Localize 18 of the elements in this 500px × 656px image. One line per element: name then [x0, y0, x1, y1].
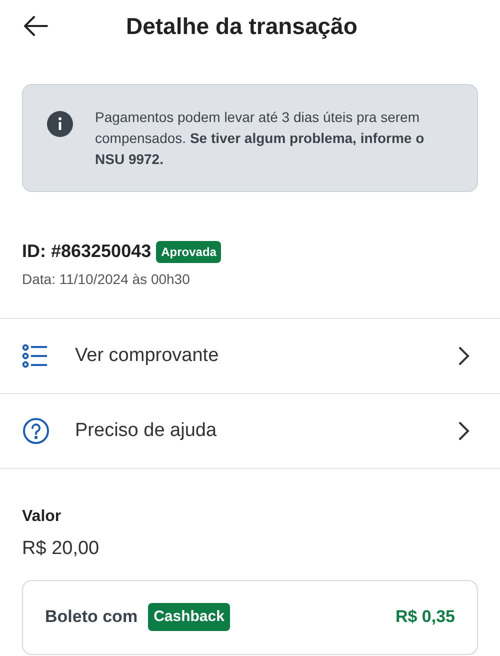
help-icon [22, 417, 50, 445]
info-icon [47, 111, 73, 137]
back-arrow-icon [24, 16, 48, 36]
transaction-date: Data: 11/10/2024 às 00h30 [21, 270, 191, 289]
chevron-right-icon [458, 422, 470, 440]
amount-label: Valor [21, 507, 62, 527]
cashback-label: Boleto com [45, 606, 138, 628]
cashback-value: R$ 0,35 [395, 606, 455, 628]
notice-text: Pagamentos podem levar até 3 dias úteis pra serem compensados. Se tiver algum problema, informe o NSU 9972. [95, 108, 426, 169]
menu-row[interactable]: Preciso de ajuda [0, 394, 500, 469]
page-title: Detalhe da transação [126, 12, 358, 41]
cashback-badge: Cashback [148, 602, 230, 632]
transaction-id: ID: #863250043 [22, 240, 152, 263]
list-icon [22, 344, 48, 368]
status-badge: Aprovada [156, 240, 222, 262]
menu-row[interactable]: Ver comprovante [0, 319, 500, 394]
amount-value: R$ 20,00 [21, 537, 100, 561]
chevron-right-icon [458, 347, 470, 365]
